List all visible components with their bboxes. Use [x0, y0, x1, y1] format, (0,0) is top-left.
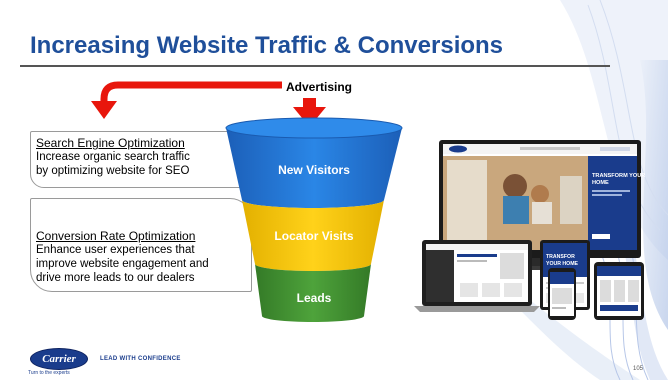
phone-device — [548, 268, 576, 320]
tablet-headline-line2: YOUR HOME — [546, 261, 579, 267]
laptop-device — [414, 240, 540, 312]
desktop-headline-line2: HOME — [592, 180, 609, 186]
desktop-headline-line1: TRANSFORM YOUR — [592, 173, 645, 179]
page-number: 105 — [633, 366, 644, 372]
presentation-slide: Increasing Website Traffic & Conversions… — [0, 0, 668, 380]
device-mockups: TRANSFORM YOUR HOME TRANSFOR YOUR HOME — [414, 140, 645, 320]
carrier-tagline: Turn to the experts — [28, 370, 70, 376]
carrier-logo: Carrier — [30, 348, 88, 370]
tablet-headline-line1: TRANSFOR — [546, 254, 575, 260]
large-phone-device — [594, 262, 644, 320]
footer-slogan: LEAD WITH CONFIDENCE — [100, 356, 181, 362]
